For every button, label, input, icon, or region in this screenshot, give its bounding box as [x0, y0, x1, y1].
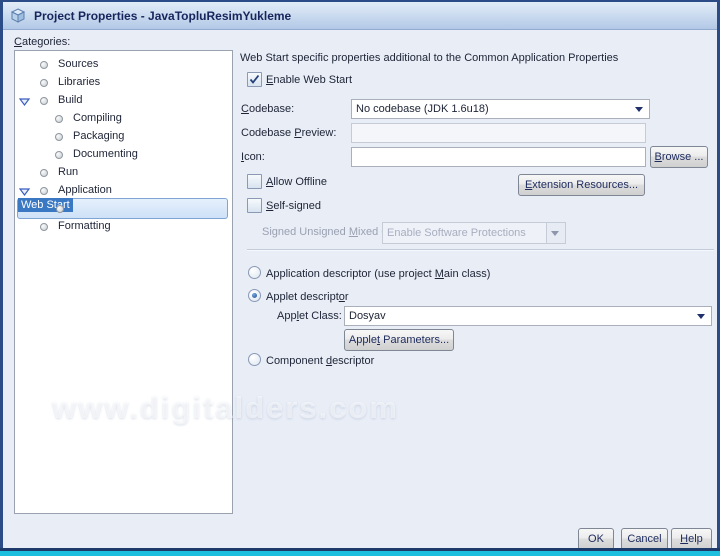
- project-cube-icon: [10, 7, 26, 24]
- expander-open-icon[interactable]: [18, 97, 31, 109]
- self-signed-label[interactable]: Self-signed: [266, 200, 321, 212]
- window-border-left: [0, 0, 3, 556]
- tree-bullet-icon: [40, 223, 48, 231]
- component-descriptor-radio[interactable]: [248, 353, 261, 366]
- mixed-code-combobox-disabled: Enable Software Protections: [382, 222, 566, 244]
- applet-descriptor-label[interactable]: Applet descriptor: [266, 291, 349, 303]
- window-border-top: [0, 0, 720, 2]
- codebase-combobox[interactable]: No codebase (JDK 1.6u18): [351, 99, 650, 119]
- applet-descriptor-radio[interactable]: [248, 289, 261, 302]
- window-title: Project Properties - JavaTopluResimYukle…: [34, 8, 292, 23]
- codebase-label: Codebase:: [241, 103, 295, 115]
- tree-item-packaging[interactable]: Packaging: [15, 128, 230, 146]
- tree-item-documenting[interactable]: Documenting: [15, 146, 230, 164]
- checkmark-icon: [249, 74, 260, 84]
- tree-bullet-icon: [40, 97, 48, 105]
- chevron-down-icon: [551, 231, 559, 236]
- applet-class-label: Applet Class:: [277, 310, 342, 322]
- chevron-down-icon: [635, 107, 643, 112]
- help-button[interactable]: Help: [671, 528, 712, 550]
- cancel-button[interactable]: Cancel: [621, 528, 668, 550]
- enable-web-start-checkbox[interactable]: [247, 72, 262, 87]
- ok-button[interactable]: OK: [578, 528, 614, 550]
- titlebar[interactable]: Project Properties - JavaTopluResimYukle…: [3, 2, 717, 30]
- application-descriptor-radio[interactable]: [248, 266, 261, 279]
- tree-item-build[interactable]: Build: [15, 92, 230, 110]
- applet-class-combobox[interactable]: Dosyav: [344, 306, 712, 326]
- tree-bullet-icon: [55, 151, 63, 159]
- tree-bullet-icon: [40, 61, 48, 69]
- tree-item-sources[interactable]: Sources: [15, 56, 230, 74]
- tree-bullet-icon: [40, 169, 48, 177]
- categories-label: Categories:: [14, 36, 71, 48]
- extension-resources-button[interactable]: Extension Resources...: [518, 174, 645, 196]
- browse-button[interactable]: Browse ...: [650, 146, 708, 168]
- tree-item-formatting[interactable]: Formatting: [15, 218, 230, 236]
- codebase-preview-field[interactable]: [351, 123, 646, 143]
- watermark-text: www.digitalders.com: [52, 390, 399, 425]
- section-divider: [247, 249, 714, 251]
- chevron-down-icon: [697, 314, 705, 319]
- application-descriptor-label[interactable]: Application descriptor (use project Main…: [266, 268, 490, 280]
- icon-label: Icon:: [241, 151, 265, 163]
- applet-parameters-button[interactable]: Applet Parameters...: [344, 329, 454, 351]
- allow-offline-label[interactable]: Allow Offline: [266, 176, 327, 188]
- tree-item-libraries[interactable]: Libraries: [15, 74, 230, 92]
- tree-bullet-icon: [55, 133, 63, 141]
- tree-item-run[interactable]: Run: [15, 164, 230, 182]
- panel-description: Web Start specific properties additional…: [240, 52, 619, 64]
- codebase-preview-label: Codebase Preview:: [241, 127, 337, 139]
- self-signed-checkbox[interactable]: [247, 198, 262, 213]
- icon-field[interactable]: [351, 147, 646, 167]
- enable-web-start-label[interactable]: Enable Web Start: [266, 74, 352, 86]
- project-properties-dialog: Project Properties - JavaTopluResimYukle…: [0, 0, 720, 556]
- tree-bullet-icon: [56, 205, 64, 213]
- allow-offline-checkbox[interactable]: [247, 174, 262, 189]
- tree-bullet-icon: [40, 187, 48, 195]
- tree-bullet-icon: [40, 79, 48, 87]
- component-descriptor-label[interactable]: Component descriptor: [266, 355, 374, 367]
- tree-bullet-icon: [55, 115, 63, 123]
- window-border-bottom-glow: [0, 551, 720, 556]
- tree-item-compiling[interactable]: Compiling: [15, 110, 230, 128]
- tree-item-web-start-selected[interactable]: Web Start: [17, 198, 228, 219]
- categories-tree: Sources Libraries Build Compiling Packag…: [14, 50, 233, 514]
